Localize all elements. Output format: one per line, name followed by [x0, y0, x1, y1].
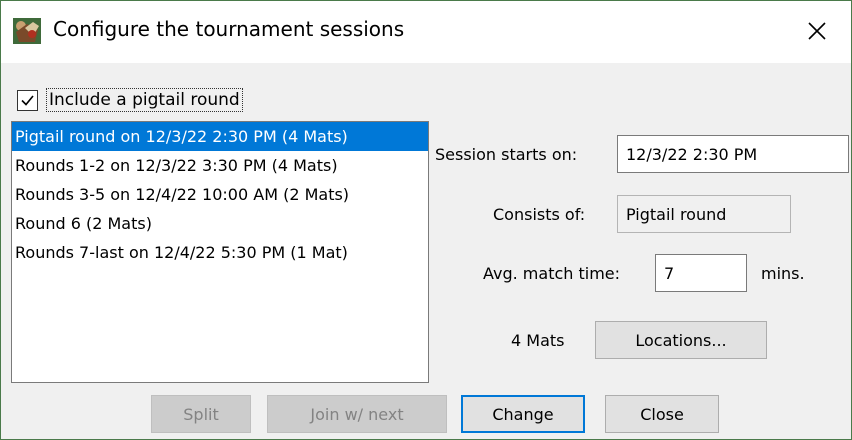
close-button[interactable]: Close — [605, 395, 719, 433]
mats-count-label: 4 Mats — [511, 331, 565, 350]
session-list[interactable]: Pigtail round on 12/3/22 2:30 PM (4 Mats… — [11, 121, 429, 383]
consists-of-field: Pigtail round — [617, 195, 791, 233]
close-icon[interactable] — [797, 11, 837, 51]
include-pigtail-checkbox[interactable]: Include a pigtail round — [17, 87, 243, 113]
session-list-item[interactable]: Pigtail round on 12/3/22 2:30 PM (4 Mats… — [12, 122, 428, 151]
split-button[interactable]: Split — [151, 395, 251, 433]
checkbox-box[interactable] — [17, 89, 38, 111]
session-list-item[interactable]: Rounds 3-5 on 12/4/22 10:00 AM (2 Mats) — [12, 180, 428, 209]
session-list-item[interactable]: Rounds 1-2 on 12/3/22 3:30 PM (4 Mats) — [12, 151, 428, 180]
locations-button[interactable]: Locations... — [595, 321, 767, 359]
checkmark-icon — [21, 94, 34, 106]
tournament-app-icon — [13, 18, 41, 44]
dialog-title: Configure the tournament sessions — [53, 17, 405, 41]
include-pigtail-label[interactable]: Include a pigtail round — [46, 88, 243, 112]
session-list-item[interactable]: Rounds 7-last on 12/4/22 5:30 PM (1 Mat) — [12, 238, 428, 267]
join-with-next-button[interactable]: Join w/ next — [267, 395, 447, 433]
avg-match-time-input[interactable]: 7 — [655, 254, 747, 292]
change-button[interactable]: Change — [461, 395, 585, 433]
session-starts-input[interactable]: 12/3/22 2:30 PM — [617, 135, 849, 173]
session-list-item[interactable]: Round 6 (2 Mats) — [12, 209, 428, 238]
consists-of-label: Consists of: — [493, 205, 586, 224]
tournament-sessions-dialog: Configure the tournament sessions Includ… — [0, 0, 852, 440]
minutes-unit-label: mins. — [761, 264, 805, 283]
avg-match-time-label: Avg. match time: — [483, 264, 621, 283]
session-starts-label: Session starts on: — [435, 145, 578, 164]
title-bar: Configure the tournament sessions — [1, 1, 851, 63]
